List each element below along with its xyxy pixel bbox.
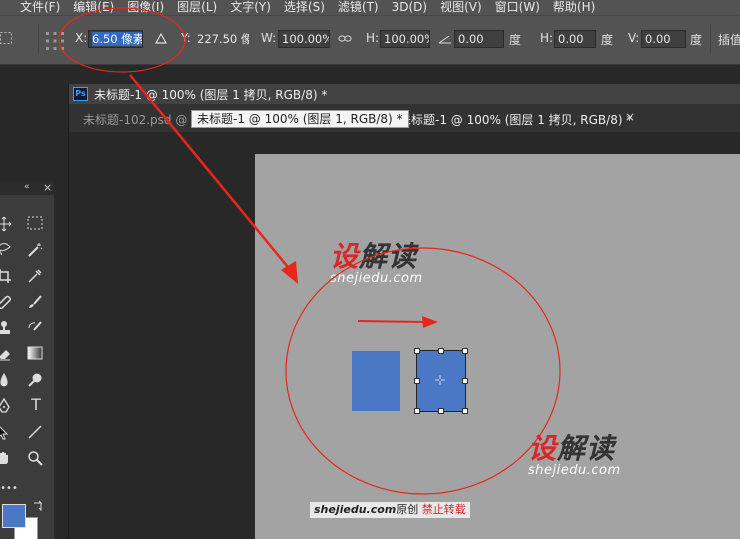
copyright-credit: shejiedu.com原创 禁止转载: [310, 502, 470, 518]
path-select-icon[interactable]: [0, 424, 10, 440]
x-position-input[interactable]: 6.50 像素: [88, 30, 143, 48]
interpolation-label[interactable]: 插值: [718, 31, 740, 48]
transform-select-icon[interactable]: [0, 32, 14, 46]
transform-handle[interactable]: [462, 408, 468, 414]
line-tool-icon[interactable]: [27, 424, 43, 440]
hand-tool-icon[interactable]: [0, 450, 12, 466]
transform-handle[interactable]: [462, 348, 468, 354]
menu-bar: 文件(F) 编辑(E) 图像(I) 图层(L) 文字(Y) 选择(S) 滤镜(T…: [0, 0, 740, 15]
watermark-logo-bottom: 设解读 shejiedu.com: [528, 434, 621, 478]
x-value: 6.50 像素: [92, 32, 143, 46]
y-position-input[interactable]: 227.50 像素: [193, 30, 250, 48]
menu-filter[interactable]: 滤镜(T): [338, 0, 379, 15]
close-icon[interactable]: ×: [43, 181, 52, 194]
tools-panel-header: « ×: [0, 181, 54, 195]
transform-handle[interactable]: [414, 348, 420, 354]
collapse-icon[interactable]: «: [24, 182, 30, 192]
transform-handle[interactable]: [438, 408, 444, 414]
height-input[interactable]: 100.00%: [380, 30, 430, 48]
brush-tool-icon[interactable]: [27, 294, 43, 310]
menu-edit[interactable]: 编辑(E): [73, 0, 114, 15]
logo-url: shejiedu.com: [330, 271, 423, 286]
degree-unit: 度: [601, 33, 614, 47]
logo-chars-dark: 解读: [557, 432, 616, 465]
transform-handle[interactable]: [462, 378, 468, 384]
angle-icon: [438, 35, 451, 44]
logo-char-red: 设: [528, 432, 558, 465]
angle-input[interactable]: 0.00: [454, 30, 504, 48]
magic-wand-icon[interactable]: [27, 242, 43, 258]
options-bar: X: 6.50 像素 Y: 227.50 像素 W: 100.00% H: 10…: [0, 15, 740, 65]
y-label: Y:: [181, 31, 191, 45]
delta-icon[interactable]: [155, 33, 167, 44]
tools-panel: « × T •••: [0, 181, 55, 539]
zoom-tool-icon[interactable]: [27, 450, 43, 466]
menu-layer[interactable]: 图层(L): [177, 0, 217, 15]
menu-image[interactable]: 图像(I): [127, 0, 164, 15]
degree-unit: 度: [690, 33, 703, 47]
more-tools-icon[interactable]: •••: [0, 478, 20, 500]
dodge-icon[interactable]: [27, 372, 43, 388]
menu-file[interactable]: 文件(F): [20, 0, 60, 15]
menu-type[interactable]: 文字(Y): [230, 0, 271, 15]
foreground-color-swatch[interactable]: [2, 504, 26, 528]
eraser-icon[interactable]: [0, 346, 12, 362]
x-label: X:: [75, 31, 88, 45]
w-label: W:: [261, 31, 277, 45]
credit-original: 原创: [396, 503, 419, 516]
logo-url: shejiedu.com: [528, 463, 621, 478]
credit-site: shejiedu.com: [314, 503, 397, 516]
menu-3d[interactable]: 3D(D): [392, 0, 427, 15]
marquee-tool-icon[interactable]: [27, 216, 43, 230]
separator: [710, 24, 711, 54]
v-skew-input[interactable]: 0.00: [641, 30, 686, 48]
reference-point-icon[interactable]: [45, 31, 65, 51]
credit-no-repost: 禁止转载: [421, 503, 466, 516]
move-tool-icon[interactable]: [0, 216, 12, 232]
separator: [38, 24, 39, 54]
h-skew-label: H:: [540, 31, 554, 45]
canvas-content: 设解读 shejiedu.com 设解读 shejiedu.com shejie…: [68, 84, 740, 539]
stamp-tool-icon[interactable]: [0, 320, 12, 336]
healing-brush-icon[interactable]: [0, 294, 12, 310]
degree-unit: 度: [509, 33, 522, 47]
watermark-logo-top: 设解读 shejiedu.com: [330, 242, 423, 286]
logo-chars-dark: 解读: [359, 240, 418, 273]
menu-window[interactable]: 窗口(W): [495, 0, 540, 15]
menu-help[interactable]: 帮助(H): [553, 0, 595, 15]
type-tool-icon[interactable]: T: [25, 394, 47, 416]
original-layer-rectangle[interactable]: [352, 351, 400, 411]
blur-icon[interactable]: [0, 372, 12, 388]
h-skew-input[interactable]: 0.00: [554, 30, 596, 48]
pen-tool-icon[interactable]: [0, 398, 12, 414]
history-brush-icon[interactable]: [27, 320, 43, 336]
lasso-tool-icon[interactable]: [0, 242, 12, 256]
width-input[interactable]: 100.00%: [278, 30, 330, 48]
transform-handle[interactable]: [414, 408, 420, 414]
logo-char-red: 设: [330, 240, 360, 273]
menu-select[interactable]: 选择(S): [284, 0, 325, 15]
transform-handle[interactable]: [414, 378, 420, 384]
swap-colors-icon[interactable]: [32, 500, 44, 512]
reference-point-crosshair-icon[interactable]: [435, 375, 445, 385]
crop-tool-icon[interactable]: [0, 268, 12, 284]
h-label: H:: [366, 31, 380, 45]
gradient-icon[interactable]: [27, 346, 43, 360]
eyedropper-icon[interactable]: [27, 268, 43, 284]
menu-view[interactable]: 视图(V): [440, 0, 482, 15]
link-icon[interactable]: [338, 34, 352, 44]
transform-handle[interactable]: [438, 348, 444, 354]
v-skew-label: V:: [628, 31, 640, 45]
